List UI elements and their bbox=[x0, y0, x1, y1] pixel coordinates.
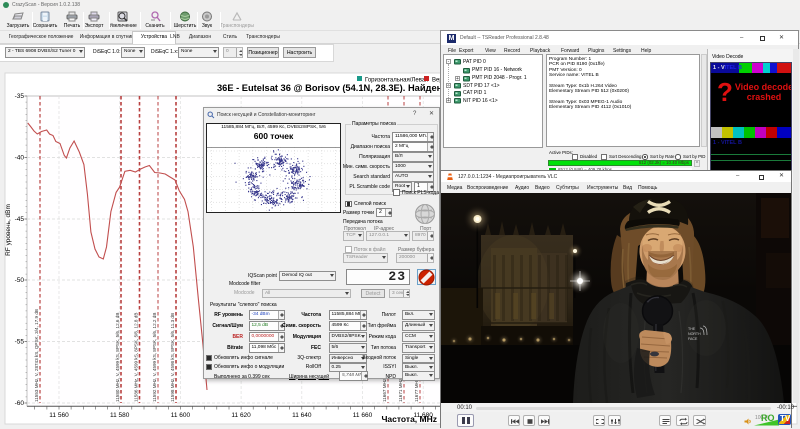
svg-text:Частота, MHz: Частота, MHz bbox=[381, 414, 437, 424]
svg-text:-60: -60 bbox=[15, 400, 25, 407]
svg-text:-35: -35 bbox=[15, 93, 25, 100]
svg-text:11553 MHz, V, 28743 kS, QPSK,: 11553 MHz, V, 28743 kS, QPSK, 3/4, 17.9 … bbox=[34, 309, 39, 402]
svg-text:11 560: 11 560 bbox=[49, 412, 69, 419]
svg-text:-50: -50 bbox=[15, 277, 25, 284]
svg-text:THE: THE bbox=[688, 327, 696, 331]
svg-text:11 600: 11 600 bbox=[171, 412, 191, 419]
svg-text:-45: -45 bbox=[15, 216, 25, 223]
svg-text:-55: -55 bbox=[15, 339, 25, 346]
svg-text:FACE: FACE bbox=[688, 337, 698, 341]
svg-text:-40: -40 bbox=[15, 155, 25, 162]
svg-text:11586 MHz, V, 4599 kS, 8PSK, 5: 11586 MHz, V, 4599 kS, 8PSK, 5/6, 12.8 d… bbox=[134, 313, 139, 402]
svg-text:11598 MHz, V, 4598 kS, 8PSK, 5: 11598 MHz, V, 4598 kS, 8PSK, 5/6, 11.3 d… bbox=[170, 313, 175, 402]
svg-text:NORTH: NORTH bbox=[688, 332, 701, 336]
svg-text:11 620: 11 620 bbox=[231, 412, 251, 419]
svg-text:11592 MHz, V, 4599 kS, 8PSK, 5: 11592 MHz, V, 4599 kS, 8PSK, 5/6, 12.2 d… bbox=[152, 313, 157, 402]
svg-text:RF уровень, dBm: RF уровень, dBm bbox=[5, 204, 12, 256]
svg-text:11580 MHz, V, 4599 kS, 8PSK, 5: 11580 MHz, V, 4599 kS, 8PSK, 5/6, 12.6 d… bbox=[115, 313, 120, 402]
svg-text:11 580: 11 580 bbox=[110, 412, 130, 419]
svg-text:11 660: 11 660 bbox=[353, 412, 373, 419]
svg-text:11 640: 11 640 bbox=[292, 412, 312, 419]
